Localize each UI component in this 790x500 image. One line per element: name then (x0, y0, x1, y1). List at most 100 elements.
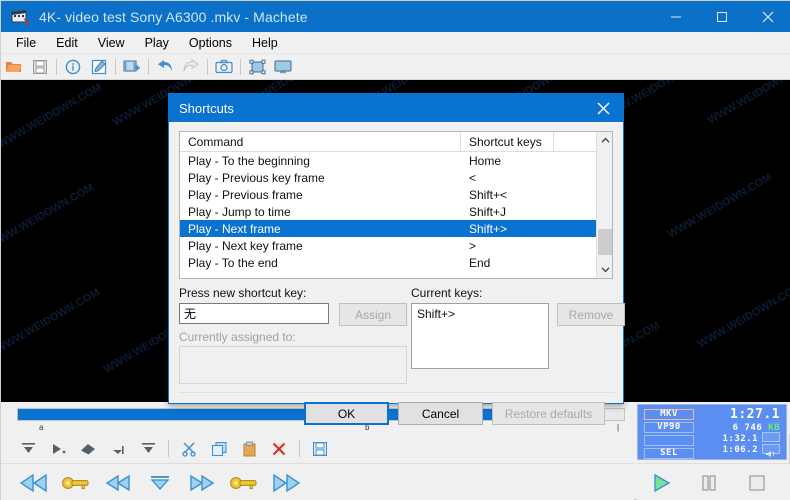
dialog-divider (179, 392, 615, 393)
delete-selection-icon[interactable] (73, 436, 103, 462)
currently-assigned-box (179, 346, 407, 384)
redo-icon[interactable] (178, 55, 204, 79)
selection-tag: SEL (644, 448, 694, 459)
menu-item-file[interactable]: File (7, 34, 45, 52)
set-selection-start-icon[interactable] (13, 436, 43, 462)
table-row[interactable]: Play - Previous key frame < (180, 169, 612, 186)
toolbar-separator (56, 58, 57, 75)
cut-scissors-icon[interactable] (174, 436, 204, 462)
save-file-icon[interactable] (27, 55, 53, 79)
add-clip-icon[interactable] (119, 55, 145, 79)
current-keys-box[interactable]: Shift+> (411, 303, 549, 369)
chevron-up-icon[interactable] (597, 132, 612, 149)
stop-button[interactable] (733, 466, 781, 500)
snapshot-camera-icon[interactable] (211, 55, 237, 79)
skip-to-start-icon[interactable] (13, 466, 55, 500)
cell-command: Play - Previous frame (188, 187, 303, 202)
previous-frame-icon[interactable] (97, 466, 139, 500)
main-toolbar (1, 54, 790, 80)
list-header-row: Command Shortcut keys (180, 132, 612, 152)
cell-command: Play - Next frame (188, 221, 281, 236)
title-bar: 4K- video test Sony A6300 .mkv - Machete (1, 1, 790, 32)
cancel-button[interactable]: Cancel (398, 402, 483, 425)
maximize-button[interactable] (699, 1, 745, 32)
scrollbar-thumb[interactable] (598, 229, 612, 255)
table-row[interactable]: Play - To the end End (180, 254, 612, 271)
cell-keys: Home (469, 153, 502, 168)
minimize-button[interactable] (653, 1, 699, 32)
open-file-icon[interactable] (1, 55, 27, 79)
close-button[interactable] (745, 1, 790, 32)
container-format-tag: MKV (644, 409, 694, 420)
save-selection-icon[interactable] (305, 436, 335, 462)
trim-left-icon[interactable] (103, 436, 133, 462)
shortcut-key-input-value: 无 (184, 307, 197, 321)
chevron-down-icon[interactable] (597, 261, 612, 278)
list-scrollbar[interactable] (596, 132, 612, 278)
toolbar-separator (240, 58, 241, 75)
edit-toolbar (1, 434, 634, 463)
cell-keys: > (469, 238, 477, 253)
table-row[interactable]: Play - Jump to time Shift+J (180, 203, 612, 220)
toolbar-separator (115, 58, 116, 75)
ok-button[interactable]: OK (304, 402, 389, 425)
menu-item-play[interactable]: Play (136, 34, 178, 52)
menu-item-help[interactable]: Help (243, 34, 287, 52)
pause-button[interactable] (685, 466, 733, 500)
cell-command: Play - To the end (188, 255, 278, 270)
copy-icon[interactable] (204, 436, 234, 462)
crop-frame-icon[interactable] (244, 55, 270, 79)
paste-clipboard-icon[interactable] (234, 436, 264, 462)
dialog-title-bar: Shortcuts (169, 94, 623, 122)
assign-button[interactable]: Assign (339, 303, 407, 326)
edit-icon[interactable] (86, 55, 112, 79)
menu-item-view[interactable]: View (89, 34, 134, 52)
audio-codec-tag (644, 435, 694, 446)
set-selection-end-icon[interactable] (133, 436, 163, 462)
column-header-shortcut-keys[interactable]: Shortcut keys (461, 135, 553, 149)
table-row[interactable]: Play - Next key frame > (180, 237, 612, 254)
current-position-time: 1:27.1 (730, 407, 780, 422)
table-row-selected[interactable]: Play - Next frame Shift+> (180, 220, 612, 237)
menu-item-edit[interactable]: Edit (47, 34, 87, 52)
undo-icon[interactable] (152, 55, 178, 79)
play-button[interactable] (637, 466, 685, 500)
cell-keys: Shift+> (469, 221, 508, 236)
window-controls (653, 1, 790, 32)
dialog-close-button[interactable] (583, 94, 623, 122)
press-new-shortcut-label: Press new shortcut key: (179, 286, 307, 300)
play-selection-icon[interactable] (43, 436, 73, 462)
watermark: WWW.WEIDOWN.COM (1, 181, 97, 251)
skip-to-end-icon[interactable] (265, 466, 307, 500)
current-keys-value: Shift+> (417, 307, 456, 321)
previous-key-frame-key-icon[interactable] (55, 466, 97, 500)
remove-button[interactable]: Remove (557, 303, 625, 326)
edit-toolbar-separator (168, 440, 169, 457)
info-icon[interactable] (60, 55, 86, 79)
menu-bar: File Edit View Play Options Help (1, 32, 790, 54)
column-header-command[interactable]: Command (180, 135, 460, 149)
window-title: 4K- video test Sony A6300 .mkv - Machete (39, 8, 308, 25)
fields-row: 无 Assign Currently assigned to: Shift+> … (179, 303, 625, 391)
menu-item-options[interactable]: Options (180, 34, 241, 52)
edit-toolbar-separator (299, 440, 300, 457)
next-key-frame-key-icon[interactable] (223, 466, 265, 500)
restore-defaults-button[interactable]: Restore defaults (492, 402, 605, 425)
currently-assigned-label: Currently assigned to: (179, 330, 296, 344)
cell-command: Play - To the beginning (188, 153, 310, 168)
toolbar-separator (207, 58, 208, 75)
shortcut-key-input[interactable]: 无 (179, 303, 329, 324)
watermark: WWW.WEIDOWN.COM (1, 286, 103, 356)
table-row[interactable]: Play - To the beginning Home (180, 152, 612, 169)
shortcuts-list[interactable]: Command Shortcut keys Play - To the begi… (179, 131, 613, 279)
timeline-marker: | (617, 423, 620, 432)
shortcuts-dialog: Shortcuts Command Shortcut keys Play - T (168, 93, 625, 425)
jump-to-time-icon[interactable] (139, 466, 181, 500)
next-frame-icon[interactable] (181, 466, 223, 500)
cell-command: Play - Previous key frame (188, 170, 325, 185)
table-row[interactable]: Play - Previous frame Shift+< (180, 186, 612, 203)
fullscreen-monitor-icon[interactable] (270, 55, 296, 79)
delete-red-x-icon[interactable] (264, 436, 294, 462)
navigation-toolbar (1, 463, 634, 500)
video-indicator-box (762, 432, 780, 442)
